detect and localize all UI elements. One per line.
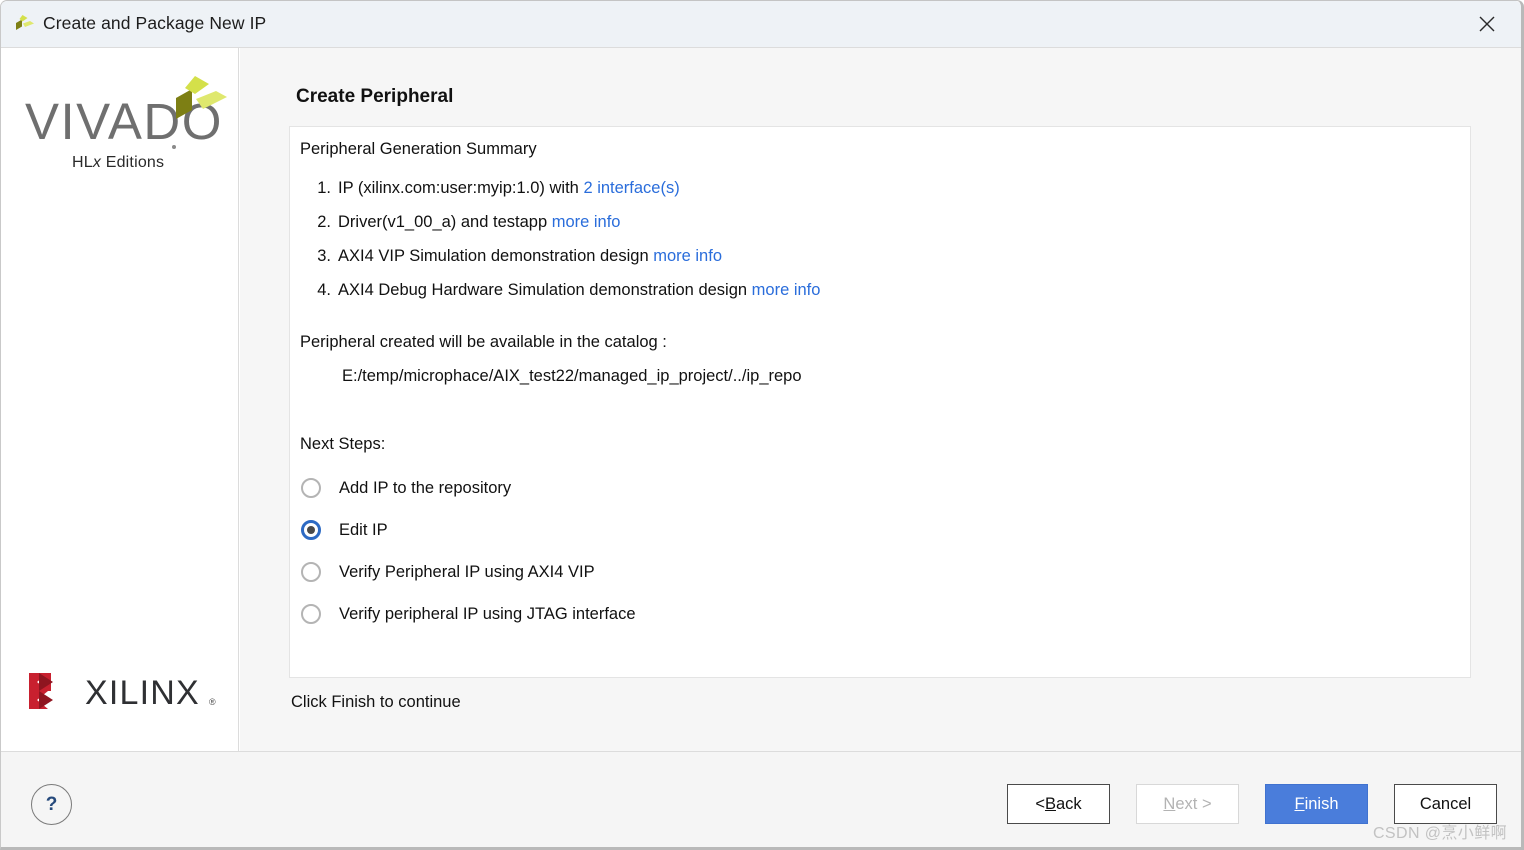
- xilinx-wordmark: XILINX: [85, 674, 200, 712]
- back-button-accel: B: [1044, 794, 1056, 813]
- edition-italic: x: [92, 154, 102, 171]
- xilinx-x-mark-icon: [29, 673, 53, 709]
- catalog-availability-text: Peripheral created will be available in …: [300, 333, 667, 351]
- list-item-number: 1.: [317, 179, 331, 197]
- list-item-link[interactable]: more info: [752, 281, 821, 299]
- summary-panel: Peripheral Generation Summary 1. IP (xili…: [289, 126, 1471, 678]
- radio-edit-ip[interactable]: Edit IP: [301, 509, 941, 551]
- branding-sidebar: VIVADO HLx Editions XILINX ®: [1, 48, 239, 751]
- next-button: Next >: [1136, 784, 1239, 824]
- dialog-button-bar: < Back Next > Finish Cancel: [1007, 784, 1497, 824]
- list-item-number: 4.: [317, 281, 331, 299]
- xilinx-vendor-logo: XILINX ®: [27, 670, 217, 714]
- list-item: 3. AXI4 VIP Simulation demonstration desi…: [300, 239, 1400, 273]
- summary-heading: Peripheral Generation Summary: [300, 140, 537, 158]
- list-item-link[interactable]: more info: [653, 247, 722, 265]
- radio-label: Edit IP: [339, 520, 388, 539]
- cancel-button[interactable]: Cancel: [1394, 784, 1497, 824]
- radio-label: Verify Peripheral IP using AXI4 VIP: [339, 562, 595, 581]
- list-item-text: IP (xilinx.com:user:myip:1.0) with: [338, 179, 584, 197]
- edition-suffix: Editions: [101, 154, 165, 171]
- dialog-window: Create and Package New IP VIVADO HLx Edi…: [0, 0, 1524, 850]
- cancel-button-suffix: Cancel: [1419, 794, 1472, 813]
- list-item-text: AXI4 VIP Simulation demonstration design: [338, 247, 654, 265]
- back-button[interactable]: < Back: [1007, 784, 1110, 824]
- list-item-number: 2.: [317, 213, 331, 231]
- list-item: 2. Driver(v1_00_a) and testapp more info: [300, 205, 1400, 239]
- next-steps-label: Next Steps:: [300, 435, 386, 453]
- list-item-text: AXI4 Debug Hardware Simulation demonstra…: [338, 281, 752, 299]
- vivado-edition-label: HLx Editions: [72, 154, 164, 172]
- radio-verify-peripheral-jtag[interactable]: Verify peripheral IP using JTAG interfac…: [301, 593, 941, 635]
- list-item-number: 3.: [317, 247, 331, 265]
- help-button[interactable]: ?: [31, 784, 72, 825]
- vivado-tri-rhombus-icon: [170, 70, 232, 132]
- window-title: Create and Package New IP: [43, 13, 267, 33]
- list-item-link[interactable]: 2 interface(s): [583, 179, 679, 197]
- edition-prefix: HL: [72, 154, 93, 171]
- finish-button-suffix: inish: [1304, 794, 1339, 813]
- back-button-prefix: <: [1035, 794, 1045, 813]
- vivado-product-logo: VIVADO HLx Editions: [25, 76, 227, 180]
- finish-button-accel: F: [1294, 794, 1305, 813]
- list-item-link[interactable]: more info: [552, 213, 621, 231]
- list-item: 1. IP (xilinx.com:user:myip:1.0) with 2 i…: [300, 171, 1400, 205]
- watermark: CSDN @烹小鲜啊: [1372, 825, 1507, 842]
- dialog-footer: ? < Back Next > Finish Cancel: [1, 751, 1521, 847]
- back-button-suffix: ack: [1055, 794, 1082, 813]
- next-button-suffix: ext >: [1175, 794, 1212, 813]
- next-button-accel: N: [1163, 794, 1176, 813]
- radio-icon: [301, 478, 321, 498]
- radio-icon-selected: [301, 520, 321, 540]
- radio-add-ip-to-repository[interactable]: Add IP to the repository: [301, 467, 941, 509]
- radio-icon: [301, 604, 321, 624]
- xilinx-registered-mark: ®: [209, 697, 216, 707]
- list-item-text: Driver(v1_00_a) and testapp: [338, 213, 552, 231]
- next-steps-radio-group: Add IP to the repository Edit IP Verify …: [301, 467, 1001, 635]
- main-content: Create Peripheral Peripheral Generation …: [240, 48, 1521, 751]
- list-item: 4. AXI4 Debug Hardware Simulation demonst…: [300, 273, 1400, 307]
- radio-icon: [301, 562, 321, 582]
- page-title: Create Peripheral: [296, 86, 454, 107]
- close-icon[interactable]: [1459, 1, 1515, 47]
- radio-label: Verify peripheral IP using JTAG interfac…: [339, 604, 636, 623]
- vivado-period-dot: [172, 145, 176, 149]
- finish-button[interactable]: Finish: [1265, 784, 1368, 824]
- title-bar: Create and Package New IP: [1, 1, 1521, 48]
- radio-verify-peripheral-axi4-vip[interactable]: Verify Peripheral IP using AXI4 VIP: [301, 551, 941, 593]
- question-mark-icon: ?: [45, 794, 58, 815]
- footer-hint: Click Finish to continue: [291, 693, 461, 711]
- vivado-logo-icon: [13, 12, 37, 36]
- summary-list: 1. IP (xilinx.com:user:myip:1.0) with 2 i…: [300, 171, 1400, 307]
- catalog-path-value: E:/temp/microphace/AIX_test22/managed_ip…: [342, 367, 802, 385]
- radio-label: Add IP to the repository: [339, 478, 512, 497]
